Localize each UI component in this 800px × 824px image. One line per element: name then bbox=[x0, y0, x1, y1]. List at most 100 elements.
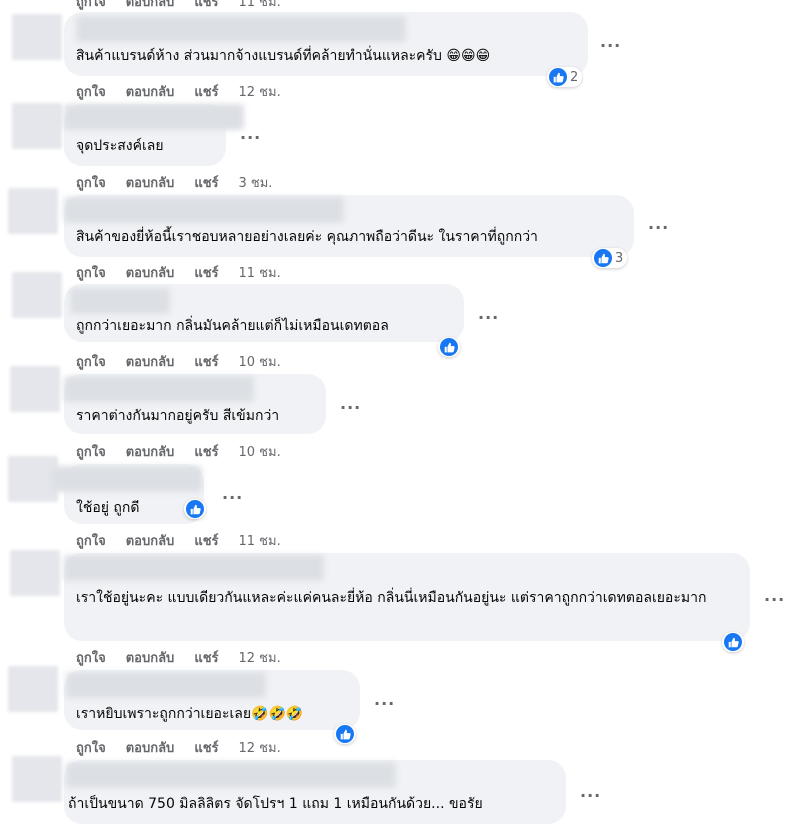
more-options-icon[interactable]: ··· bbox=[240, 130, 261, 146]
reaction-summary[interactable] bbox=[438, 337, 460, 357]
like-action[interactable]: ถูกใจ bbox=[76, 262, 106, 283]
author-name-blurred[interactable] bbox=[64, 555, 324, 581]
comment-time[interactable]: 11 ชม. bbox=[239, 0, 281, 12]
reaction-summary[interactable]: 3 bbox=[592, 248, 628, 268]
comment-bubble: ราคาต่างกันมากอยู่ครับ สีเข้มกว่า bbox=[64, 374, 326, 434]
author-name-blurred[interactable] bbox=[76, 16, 406, 42]
comment-actions: ถูกใจ ตอบกลับ แชร์ 11 ชม. bbox=[76, 262, 281, 283]
like-action[interactable]: ถูกใจ bbox=[76, 530, 106, 551]
comment-text: สินค้าแบรนด์ห้าง ส่วนมากจ้างแบรนด์ที่คล้… bbox=[76, 48, 491, 64]
comment-text: ใช้อยู่ ถูกดี bbox=[76, 500, 140, 516]
more-options-icon[interactable]: ··· bbox=[764, 592, 785, 608]
author-name-blurred[interactable] bbox=[52, 466, 202, 492]
comment-time[interactable]: 12 ชม. bbox=[239, 81, 281, 102]
comment-bubble: เราหยิบเพราะถูกกว่าเยอะเลย🤣🤣🤣 bbox=[64, 670, 360, 730]
reply-action[interactable]: ตอบกลับ bbox=[126, 172, 175, 193]
like-action[interactable]: ถูกใจ bbox=[76, 351, 106, 372]
comment-time[interactable]: 12 ชม. bbox=[239, 647, 281, 668]
reaction-count: 3 bbox=[615, 250, 624, 266]
share-action[interactable]: แชร์ bbox=[194, 441, 218, 462]
avatar[interactable] bbox=[12, 103, 62, 149]
reply-action[interactable]: ตอบกลับ bbox=[126, 0, 175, 12]
share-action[interactable]: แชร์ bbox=[194, 81, 218, 102]
comment-text: เราใช้อยู่นะคะ แบบเดียวกันแหละค่ะแค่คนละ… bbox=[76, 590, 707, 606]
avatar[interactable] bbox=[8, 456, 58, 502]
like-action[interactable]: ถูกใจ bbox=[76, 647, 106, 668]
more-options-icon[interactable]: ··· bbox=[600, 38, 621, 54]
comment-bubble: ถ้าเป็นขนาด 750 มิลลิลิตร จัดโปรฯ 1 แถม … bbox=[64, 760, 566, 824]
like-action[interactable]: ถูกใจ bbox=[76, 737, 106, 758]
comment-bubble: สินค้าของยี่ห้อนี้เราชอบหลายอย่างเลยค่ะ … bbox=[64, 195, 634, 257]
more-options-icon[interactable]: ··· bbox=[648, 220, 669, 236]
more-options-icon[interactable]: ··· bbox=[478, 310, 499, 326]
avatar[interactable] bbox=[8, 666, 58, 712]
more-options-icon[interactable]: ··· bbox=[580, 788, 601, 804]
comment-actions: ถูกใจ ตอบกลับ แชร์ 10 ชม. bbox=[76, 351, 281, 372]
share-action[interactable]: แชร์ bbox=[194, 737, 218, 758]
comment-text: จุดประสงค์เลย bbox=[76, 138, 164, 154]
comment-time[interactable]: 3 ชม. bbox=[239, 172, 273, 193]
reply-action[interactable]: ตอบกลับ bbox=[126, 737, 175, 758]
reply-action[interactable]: ตอบกลับ bbox=[126, 530, 175, 551]
reaction-summary[interactable] bbox=[722, 632, 744, 652]
like-icon bbox=[594, 249, 612, 267]
author-name-blurred[interactable] bbox=[64, 376, 254, 402]
like-action[interactable]: ถูกใจ bbox=[76, 0, 106, 12]
comment-actions-partial: ถูกใจ ตอบกลับ แชร์ 11 ชม. bbox=[76, 0, 281, 12]
author-name-blurred[interactable] bbox=[64, 197, 344, 223]
like-icon bbox=[549, 68, 567, 86]
avatar[interactable] bbox=[12, 272, 62, 318]
comment-bubble: สินค้าแบรนด์ห้าง ส่วนมากจ้างแบรนด์ที่คล้… bbox=[64, 12, 588, 76]
comment-time[interactable]: 10 ชม. bbox=[239, 351, 281, 372]
avatar[interactable] bbox=[10, 366, 60, 412]
reply-action[interactable]: ตอบกลับ bbox=[126, 351, 175, 372]
reply-action[interactable]: ตอบกลับ bbox=[126, 81, 175, 102]
reply-action[interactable]: ตอบกลับ bbox=[126, 441, 175, 462]
avatar[interactable] bbox=[8, 188, 58, 234]
comment-time[interactable]: 12 ชม. bbox=[239, 737, 281, 758]
comment-time[interactable]: 10 ชม. bbox=[239, 441, 281, 462]
author-name-blurred[interactable] bbox=[66, 762, 396, 788]
like-icon bbox=[186, 500, 204, 518]
like-icon bbox=[724, 633, 742, 651]
reaction-summary[interactable] bbox=[184, 499, 206, 519]
share-action[interactable]: แชร์ bbox=[194, 530, 218, 551]
reaction-summary[interactable]: 2 bbox=[547, 67, 583, 87]
comment-time[interactable]: 11 ชม. bbox=[239, 530, 281, 551]
comment-actions: ถูกใจ ตอบกลับ แชร์ 3 ชม. bbox=[76, 172, 272, 193]
reaction-summary[interactable] bbox=[334, 724, 356, 744]
comment-actions: ถูกใจ ตอบกลับ แชร์ 12 ชม. bbox=[76, 81, 281, 102]
share-action[interactable]: แชร์ bbox=[194, 172, 218, 193]
avatar[interactable] bbox=[10, 550, 60, 596]
emoji: 🤣🤣🤣 bbox=[251, 706, 304, 722]
author-name-blurred[interactable] bbox=[66, 672, 266, 698]
like-action[interactable]: ถูกใจ bbox=[76, 172, 106, 193]
like-icon bbox=[336, 725, 354, 743]
avatar[interactable] bbox=[12, 756, 62, 802]
comment-text: ถูกกว่าเยอะมาก กลิ่นมันคล้ายแต่ก็ไม่เหมื… bbox=[76, 318, 389, 334]
avatar[interactable] bbox=[12, 14, 62, 60]
author-name-blurred[interactable] bbox=[64, 104, 244, 130]
comment-bubble: เราใช้อยู่นะคะ แบบเดียวกันแหละค่ะแค่คนละ… bbox=[64, 553, 750, 641]
share-action[interactable]: แชร์ bbox=[194, 0, 218, 12]
comment-actions: ถูกใจ ตอบกลับ แชร์ 12 ชม. bbox=[76, 647, 281, 668]
reply-action[interactable]: ตอบกลับ bbox=[126, 262, 175, 283]
reply-action[interactable]: ตอบกลับ bbox=[126, 647, 175, 668]
reaction-count: 2 bbox=[570, 69, 579, 85]
emoji: 😁😁😁 bbox=[446, 48, 491, 64]
comment-time[interactable]: 11 ชม. bbox=[239, 262, 281, 283]
share-action[interactable]: แชร์ bbox=[194, 262, 218, 283]
author-name-blurred[interactable] bbox=[70, 288, 170, 314]
like-action[interactable]: ถูกใจ bbox=[76, 441, 106, 462]
more-options-icon[interactable]: ··· bbox=[340, 400, 361, 416]
more-options-icon[interactable]: ··· bbox=[222, 490, 243, 506]
like-action[interactable]: ถูกใจ bbox=[76, 81, 106, 102]
comment-actions: ถูกใจ ตอบกลับ แชร์ 12 ชม. bbox=[76, 737, 281, 758]
comment-text: สินค้าของยี่ห้อนี้เราชอบหลายอย่างเลยค่ะ … bbox=[76, 229, 538, 245]
share-action[interactable]: แชร์ bbox=[194, 351, 218, 372]
share-action[interactable]: แชร์ bbox=[194, 647, 218, 668]
more-options-icon[interactable]: ··· bbox=[374, 696, 395, 712]
comment-text: ถ้าเป็นขนาด 750 มิลลิลิตร จัดโปรฯ 1 แถม … bbox=[68, 796, 483, 812]
comment-text: เราหยิบเพราะถูกกว่าเยอะเลย🤣🤣🤣 bbox=[76, 706, 304, 722]
comment-actions: ถูกใจ ตอบกลับ แชร์ 10 ชม. bbox=[76, 441, 281, 462]
